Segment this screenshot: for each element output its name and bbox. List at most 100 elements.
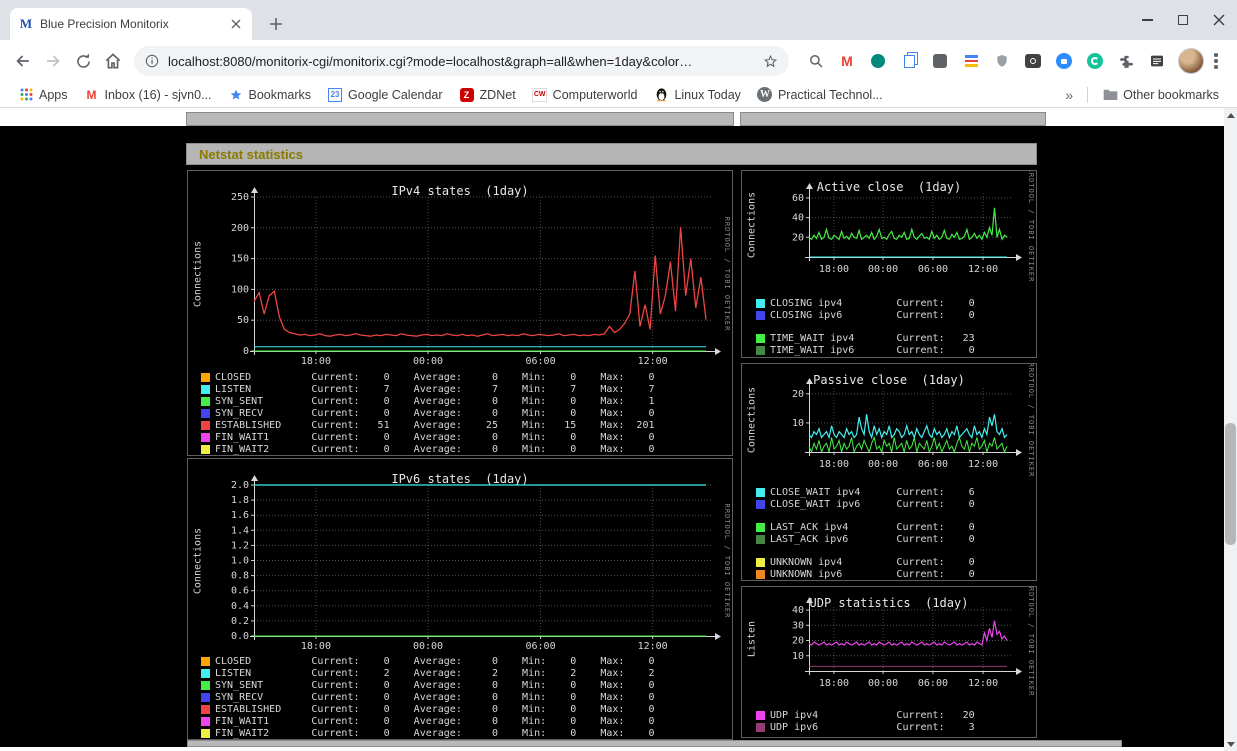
svg-text:1.0: 1.0 bbox=[231, 556, 249, 567]
profile-avatar[interactable] bbox=[1178, 48, 1204, 74]
svg-text:12:00: 12:00 bbox=[968, 264, 998, 275]
shield-icon[interactable] bbox=[989, 48, 1015, 74]
bookmarks-bar: Apps M Inbox (16) - sjvn0... Bookmarks 2… bbox=[0, 82, 1237, 108]
graph-udp-statistics[interactable]: UDP statistics (1day) Listen RRDTOOL / T… bbox=[741, 586, 1037, 738]
computerworld-icon: CW bbox=[532, 87, 548, 103]
svg-text:12:00: 12:00 bbox=[968, 678, 998, 689]
page-viewport: Netstat statistics IPv4 states (1day) Co… bbox=[0, 108, 1224, 751]
tab-close-icon[interactable] bbox=[228, 19, 244, 29]
extensions-row: M bbox=[803, 48, 1170, 74]
reload-button[interactable] bbox=[68, 46, 98, 76]
svg-text:0.0: 0.0 bbox=[231, 631, 249, 642]
svg-text:100: 100 bbox=[231, 284, 249, 295]
forward-button[interactable] bbox=[38, 46, 68, 76]
bookmark-zdnet[interactable]: Z ZDNet bbox=[451, 84, 524, 106]
media-list-icon[interactable] bbox=[1144, 48, 1170, 74]
svg-text:00:00: 00:00 bbox=[413, 641, 443, 652]
copy-icon[interactable] bbox=[896, 48, 922, 74]
scrollbar-thumb[interactable] bbox=[1225, 423, 1236, 545]
window-minimize-button[interactable] bbox=[1129, 0, 1165, 40]
bookmark-star-icon[interactable] bbox=[762, 53, 779, 70]
svg-text:10: 10 bbox=[792, 418, 804, 429]
monitorix-content: Netstat statistics IPv4 states (1day) Co… bbox=[0, 126, 1224, 747]
browser-menu-icon[interactable] bbox=[1214, 53, 1218, 69]
svg-text:0.8: 0.8 bbox=[231, 571, 249, 582]
graph-ipv4-states[interactable]: IPv4 states (1day) Connections RRDTOOL /… bbox=[187, 170, 733, 456]
svg-text:12:00: 12:00 bbox=[638, 641, 668, 652]
svg-text:12:00: 12:00 bbox=[968, 459, 998, 470]
svg-text:30: 30 bbox=[792, 620, 804, 631]
bookmark-computerworld[interactable]: CW Computerworld bbox=[524, 84, 646, 106]
bookmark-practical-technology[interactable]: W Practical Technol... bbox=[749, 84, 891, 106]
svg-text:60: 60 bbox=[792, 193, 804, 204]
window-maximize-button[interactable] bbox=[1165, 0, 1201, 40]
svg-text:1.4: 1.4 bbox=[231, 525, 249, 536]
svg-text:150: 150 bbox=[231, 254, 249, 265]
svg-text:1.2: 1.2 bbox=[231, 540, 249, 551]
svg-text:00:00: 00:00 bbox=[868, 459, 898, 470]
calendar-icon: 23 bbox=[327, 87, 343, 103]
camera-icon[interactable] bbox=[1020, 48, 1046, 74]
grammarly-icon[interactable] bbox=[1082, 48, 1108, 74]
svg-text:00:00: 00:00 bbox=[413, 356, 443, 367]
new-tab-button[interactable] bbox=[262, 10, 290, 38]
bookmark-inbox[interactable]: M Inbox (16) - sjvn0... bbox=[76, 84, 220, 106]
svg-text:1.8: 1.8 bbox=[231, 495, 249, 506]
svg-text:06:00: 06:00 bbox=[918, 264, 948, 275]
svg-text:10: 10 bbox=[792, 651, 804, 662]
svg-text:18:00: 18:00 bbox=[301, 641, 331, 652]
search-icon[interactable] bbox=[803, 48, 829, 74]
svg-text:2.0: 2.0 bbox=[231, 480, 249, 491]
window-close-button[interactable] bbox=[1201, 0, 1237, 40]
svg-text:250: 250 bbox=[231, 192, 249, 203]
address-bar[interactable]: localhost:8080/monitorix-cgi/monitorix.c… bbox=[134, 46, 789, 76]
gmail-icon[interactable]: M bbox=[834, 48, 860, 74]
gmail-icon: M bbox=[86, 87, 97, 102]
graph-active-close[interactable]: Active close (1day) Connections RRDTOOL … bbox=[741, 170, 1037, 358]
browser-tab[interactable]: M Blue Precision Monitorix bbox=[10, 8, 252, 40]
svg-text:20: 20 bbox=[792, 389, 804, 400]
svg-text:12:00: 12:00 bbox=[638, 356, 668, 367]
url-text[interactable]: localhost:8080/monitorix-cgi/monitorix.c… bbox=[168, 54, 762, 69]
svg-text:20: 20 bbox=[792, 636, 804, 647]
wordpress-icon: W bbox=[757, 87, 773, 103]
home-button[interactable] bbox=[98, 46, 128, 76]
penguin-icon bbox=[653, 87, 669, 103]
page-scrollbar[interactable] bbox=[1224, 108, 1237, 751]
other-bookmarks-button[interactable]: Other bookmarks bbox=[1094, 84, 1227, 106]
meet-icon[interactable] bbox=[1051, 48, 1077, 74]
apps-grid-icon bbox=[18, 87, 34, 103]
bookmarks-overflow-chevron[interactable]: » bbox=[1057, 87, 1081, 103]
next-section-fragment bbox=[187, 740, 1122, 747]
bookmark-linux-today[interactable]: Linux Today bbox=[645, 84, 749, 106]
page-info-icon[interactable] bbox=[144, 53, 160, 69]
svg-text:06:00: 06:00 bbox=[918, 459, 948, 470]
bookmark-apps[interactable]: Apps bbox=[10, 84, 76, 106]
bookmark-bookmarks[interactable]: Bookmarks bbox=[220, 84, 320, 106]
extensions-puzzle-icon[interactable] bbox=[1113, 48, 1139, 74]
svg-text:00:00: 00:00 bbox=[868, 678, 898, 689]
notes-icon[interactable] bbox=[927, 48, 953, 74]
bookmarks-separator bbox=[1087, 86, 1089, 103]
svg-text:18:00: 18:00 bbox=[819, 264, 849, 275]
collections-icon[interactable] bbox=[958, 48, 984, 74]
svg-text:0.2: 0.2 bbox=[231, 616, 249, 627]
scrollbar-down-arrow[interactable] bbox=[1224, 737, 1237, 751]
tab-favicon: M bbox=[19, 16, 33, 31]
previous-section-fragment-right bbox=[740, 112, 1046, 126]
section-title: Netstat statistics bbox=[199, 146, 304, 162]
graph-ipv6-states[interactable]: IPv6 states (1day) Connections RRDTOOL /… bbox=[187, 458, 733, 740]
svg-text:200: 200 bbox=[231, 223, 249, 234]
bookmark-google-calendar[interactable]: 23 Google Calendar bbox=[319, 84, 451, 106]
back-button[interactable] bbox=[8, 46, 38, 76]
svg-text:00:00: 00:00 bbox=[868, 264, 898, 275]
svg-text:1.6: 1.6 bbox=[231, 510, 249, 521]
window-controls bbox=[1129, 0, 1237, 40]
graph-passive-close[interactable]: Passive close (1day) Connections RRDTOOL… bbox=[741, 363, 1037, 581]
scrollbar-up-arrow[interactable] bbox=[1224, 108, 1237, 122]
share-icon[interactable] bbox=[865, 48, 891, 74]
svg-text:18:00: 18:00 bbox=[819, 459, 849, 470]
svg-text:40: 40 bbox=[792, 213, 804, 224]
svg-text:18:00: 18:00 bbox=[819, 678, 849, 689]
svg-text:18:00: 18:00 bbox=[301, 356, 331, 367]
